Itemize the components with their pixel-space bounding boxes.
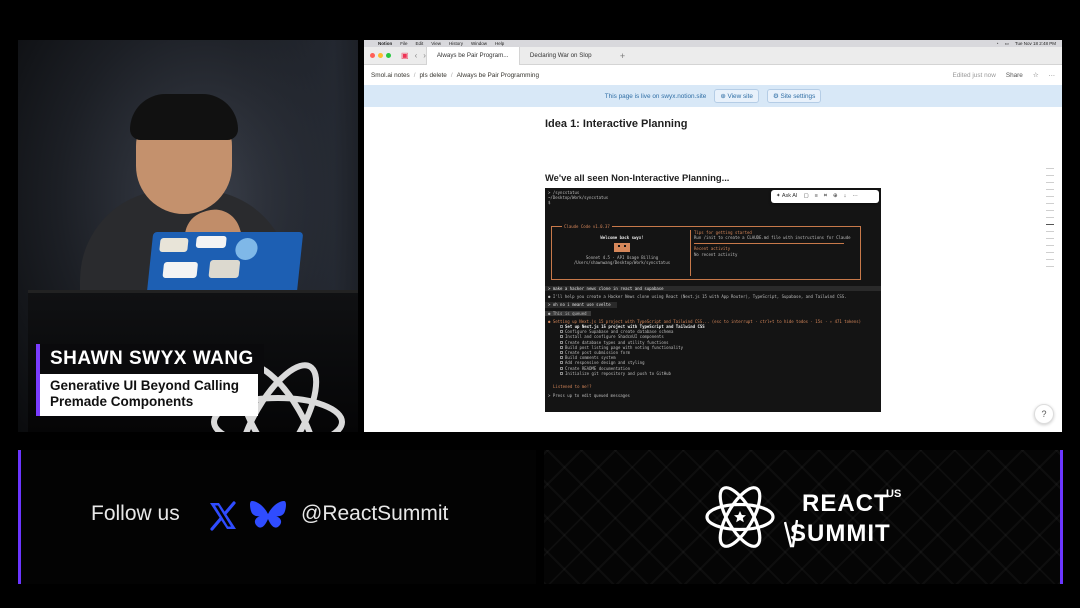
edited-status: Edited just now <box>952 71 996 79</box>
brand-summit: SUMMIT <box>790 520 891 547</box>
new-tab-icon[interactable]: + <box>620 51 625 61</box>
terminal-footer-hint: > Press up to edit queued messages <box>548 393 630 399</box>
brand-us: US <box>886 488 902 500</box>
close-window-icon[interactable] <box>370 53 375 58</box>
tab-label: Declaring War on Slop <box>529 52 592 59</box>
comment-icon[interactable]: ▢ <box>803 193 808 199</box>
share-button[interactable]: Share <box>1006 72 1023 79</box>
more-icon[interactable]: ··· <box>852 193 858 199</box>
menu-help[interactable]: Help <box>495 41 504 46</box>
banner-text: This page is live on swyx.notion.site <box>604 92 707 100</box>
brand-panel: REACT US SUMMIT <box>544 450 1063 584</box>
breadcrumb-current-page[interactable]: Always be Pair Programming <box>457 72 539 79</box>
notion-topbar: Smol.ai notes / pls delete / Always be P… <box>364 65 1062 85</box>
menu-history[interactable]: History <box>449 41 463 46</box>
follow-label: Follow us <box>91 502 180 525</box>
window-controls <box>370 53 391 58</box>
recent-body: No recent activity <box>694 251 738 257</box>
claude-welcome-box: Claude Code v1.0.37 Welcome back swyx! S… <box>551 224 861 280</box>
favorite-star-icon[interactable]: ☆ <box>1033 71 1039 79</box>
claude-mascot-icon <box>614 243 630 253</box>
brand-react: REACT <box>802 490 890 517</box>
breadcrumb-separator: / <box>450 71 453 79</box>
view-site-label: View site <box>727 93 753 100</box>
image-toolbar: ✦ Ask AI ▢ ≡ ⌗ ⊕ ↓ ··· <box>771 190 879 203</box>
laptop <box>146 232 304 294</box>
section-heading[interactable]: We've all seen Non-Interactive Planning.… <box>545 172 729 183</box>
menu-edit[interactable]: Edit <box>416 41 424 46</box>
battery-icon[interactable]: ▭ <box>1005 41 1009 47</box>
more-options-icon[interactable]: ··· <box>1049 72 1055 79</box>
align-icon[interactable]: ≡ <box>815 193 818 199</box>
welcome-greeting: Welcome back swyx! <box>600 235 644 240</box>
talk-title: Generative UI Beyond Calling Premade Com… <box>36 374 258 416</box>
minimize-window-icon[interactable] <box>378 53 383 58</box>
user-prompt-2: > oh no i meant use svelte <box>545 302 617 308</box>
menu-file[interactable]: File <box>400 41 407 46</box>
menu-notion[interactable]: Notion <box>378 41 392 46</box>
zoom-icon[interactable]: ⊕ <box>833 193 838 199</box>
welcome-path: /Users/shawnwang/Desktop/Work/syncstatus <box>573 260 671 266</box>
page-heading[interactable]: Idea 1: Interactive Planning <box>545 118 687 130</box>
speaker-name: SHAWN SWYX WANG <box>36 344 264 374</box>
browser-tabbar: ▣ ‹ › Always be Pair Program... Declarin… <box>364 46 1062 65</box>
sidebar-toggle-icon[interactable]: ▣ <box>401 51 409 60</box>
todo-list: Set up Next.js 15 project with TypeScrip… <box>545 324 881 376</box>
zoom-window-icon[interactable] <box>386 53 391 58</box>
speaker-hair <box>130 94 238 140</box>
terminal-screenshot[interactable]: ✦ Ask AI ▢ ≡ ⌗ ⊕ ↓ ··· > /syncstatus ~/D… <box>545 188 881 412</box>
breadcrumb-smol-ai-notes[interactable]: Smol.ai notes <box>371 72 410 79</box>
tab-declaring-war-on-slop[interactable]: Declaring War on Slop <box>520 47 614 65</box>
tips-body: Run /init to create a CLAUDE.md file wit… <box>694 235 851 241</box>
breadcrumb-pls-delete[interactable]: pls delete <box>420 72 447 79</box>
tab-label: Always be Pair Program... <box>436 52 509 59</box>
page-outline-marks[interactable] <box>1046 168 1054 273</box>
menu-view[interactable]: View <box>431 41 441 46</box>
download-icon[interactable]: ↓ <box>844 193 847 199</box>
tab-always-be-pair-programming[interactable]: Always be Pair Program... <box>425 46 520 65</box>
crop-icon[interactable]: ⌗ <box>824 193 827 199</box>
bluesky-icon <box>250 501 286 528</box>
menu-window[interactable]: Window <box>471 41 487 46</box>
assistant-response-1: ● I'll help you create a Hacker News clo… <box>548 294 847 300</box>
site-settings-label: Site settings <box>780 93 816 100</box>
react-logo-icon <box>705 486 775 548</box>
ask-ai-button[interactable]: ✦ Ask AI <box>776 192 798 199</box>
wifi-icon[interactable]: ◔ <box>996 41 999 47</box>
breadcrumb-separator: / <box>413 71 416 79</box>
x-icon <box>210 501 236 531</box>
site-live-banner: This page is live on swyx.notion.site ⊕ … <box>364 85 1062 107</box>
ask-ai-label: Ask AI <box>781 192 798 199</box>
menubar-clock[interactable]: Tue Nov 18 2:48 PM <box>1015 41 1056 47</box>
follow-panel: Follow us @ReactSummit <box>18 450 536 584</box>
back-icon[interactable]: ‹ <box>415 51 418 60</box>
view-site-button[interactable]: ⊕ View site <box>714 89 759 103</box>
help-icon[interactable]: ? <box>1034 404 1054 424</box>
screen-share: Notion File Edit View History Window Hel… <box>364 40 1062 432</box>
welcome-box-title: Claude Code v1.0.37 <box>562 224 612 230</box>
social-handle: @ReactSummit <box>301 502 449 525</box>
site-settings-button[interactable]: ⚙ Site settings <box>766 89 822 103</box>
queued-notice: ● This is queued <box>545 310 591 316</box>
